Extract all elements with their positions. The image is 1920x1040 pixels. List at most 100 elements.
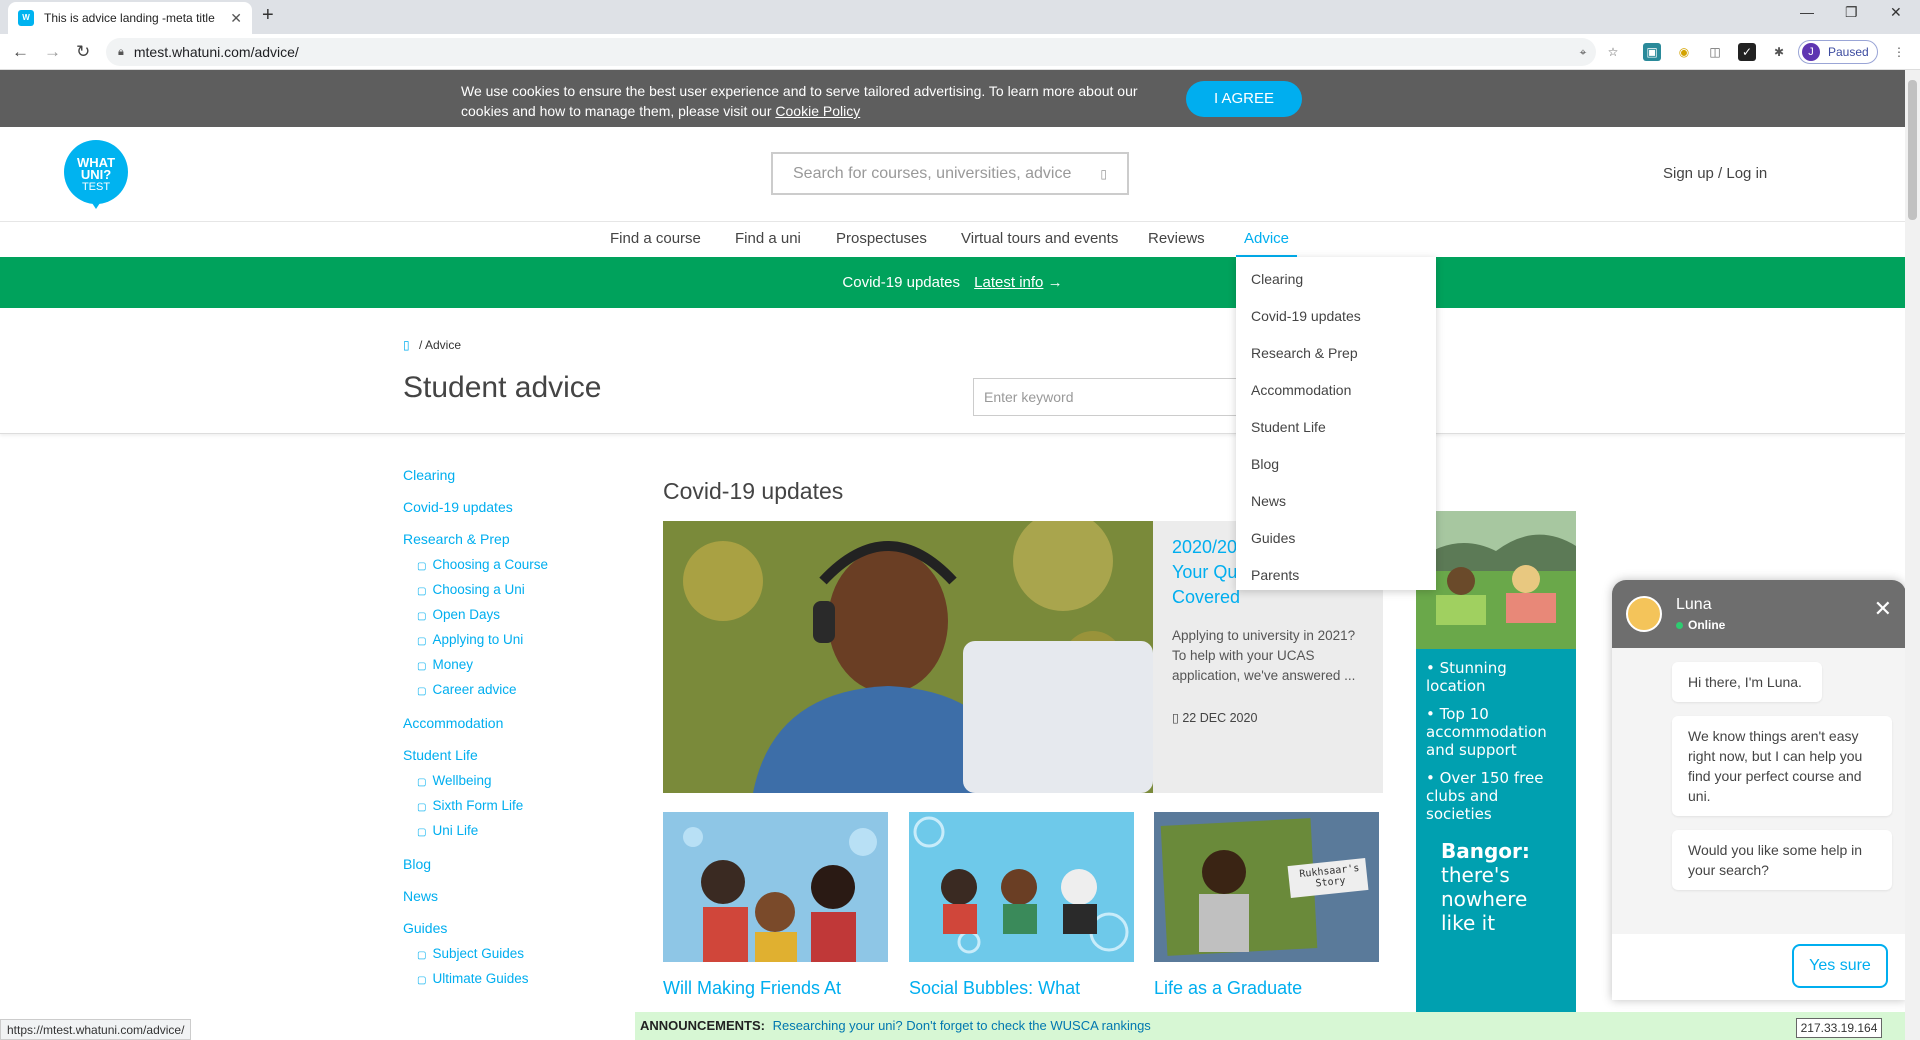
keyword-search-input[interactable]: Enter keyword bbox=[973, 378, 1273, 416]
search-placeholder: Search for courses, universities, advice bbox=[793, 164, 1072, 182]
signup-login-link[interactable]: Sign up / Log in bbox=[1663, 165, 1767, 182]
dropdown-item-news[interactable]: News bbox=[1236, 483, 1436, 520]
announcement-bar: ANNOUNCEMENTS: Researching your uni? Don… bbox=[635, 1012, 1905, 1040]
advice-hero: ▯ / Advice Student advice Enter keyword bbox=[0, 308, 1905, 434]
dropdown-item-research[interactable]: Research & Prep bbox=[1236, 335, 1436, 372]
dropdown-item-covid[interactable]: Covid-19 updates bbox=[1236, 298, 1436, 335]
side-nav-sub-item[interactable]: Choosing a Uni bbox=[403, 582, 623, 607]
bangor-advert[interactable]: • Stunning location • Top 10 accommodati… bbox=[1416, 511, 1576, 1040]
reload-icon[interactable]: ↻ bbox=[76, 42, 90, 62]
announcement-label: ANNOUNCEMENTS: bbox=[640, 1018, 765, 1033]
side-nav-blog[interactable]: Blog bbox=[403, 856, 623, 888]
chatbot-status: Online bbox=[1676, 618, 1725, 632]
breadcrumb: ▯ / Advice bbox=[403, 338, 461, 352]
logo-text-3: TEST bbox=[81, 181, 111, 193]
chat-message: We know things aren't easy right now, bu… bbox=[1672, 716, 1892, 816]
section-title: Covid-19 updates bbox=[663, 478, 844, 504]
menu-kebab-icon[interactable]: ⋮ bbox=[1890, 43, 1908, 61]
logo-text-2: UNI? bbox=[80, 167, 112, 182]
side-nav-sub-item[interactable]: Subject Guides bbox=[403, 946, 623, 971]
profile-button[interactable]: J Paused bbox=[1798, 40, 1878, 64]
article-thumb-bubbles[interactable] bbox=[909, 812, 1134, 962]
chat-footer: Yes sure bbox=[1612, 934, 1905, 1000]
dropdown-item-clearing[interactable]: Clearing bbox=[1236, 261, 1436, 298]
back-icon[interactable]: ← bbox=[12, 42, 29, 62]
nav-virtual-tours[interactable]: Virtual tours and events bbox=[961, 230, 1118, 247]
advice-dropdown-menu: Clearing Covid-19 updates Research & Pre… bbox=[1236, 257, 1436, 590]
featured-article-desc: Applying to university in 2021? To help … bbox=[1172, 628, 1356, 683]
scrollbar-thumb[interactable] bbox=[1908, 80, 1917, 220]
breadcrumb-current: Advice bbox=[424, 338, 461, 352]
side-nav-sub-item[interactable]: Applying to Uni bbox=[403, 632, 623, 657]
close-tab-icon[interactable]: ✕ bbox=[230, 10, 242, 27]
web-page: We use cookies to ensure the best user e… bbox=[0, 70, 1905, 1040]
arrow-right-icon: → bbox=[1047, 274, 1063, 291]
browser-tab-bar: W This is advice landing -meta title ✕ +… bbox=[0, 0, 1920, 34]
side-nav-sub-item[interactable]: Ultimate Guides bbox=[403, 971, 623, 996]
main-nav: Find a course Find a uni Prospectuses Vi… bbox=[0, 221, 1905, 257]
calendar-icon: ▯ bbox=[1172, 711, 1183, 725]
side-nav-student-life[interactable]: Student Life bbox=[403, 747, 623, 773]
dropdown-item-student-life[interactable]: Student Life bbox=[1236, 409, 1436, 446]
bookmark-star-icon[interactable]: ☆ bbox=[1604, 43, 1622, 61]
side-nav-sub-item[interactable]: Uni Life bbox=[403, 823, 623, 856]
dropdown-item-guides[interactable]: Guides bbox=[1236, 520, 1436, 557]
side-nav-guides[interactable]: Guides bbox=[403, 920, 623, 946]
side-nav-covid[interactable]: Covid-19 updates bbox=[403, 499, 623, 531]
new-tab-icon[interactable]: + bbox=[262, 4, 274, 27]
featured-article-image[interactable] bbox=[663, 521, 1153, 793]
extension-chrome-icon[interactable]: ◉ bbox=[1675, 43, 1693, 61]
side-nav-sub-item[interactable]: Sixth Form Life bbox=[403, 798, 623, 823]
home-icon[interactable]: ▯ bbox=[403, 338, 410, 352]
announcement-link[interactable]: Researching your uni? Don't forget to ch… bbox=[773, 1018, 1151, 1033]
graduate-photo bbox=[1154, 812, 1379, 962]
extension-glasses-icon[interactable]: ◫ bbox=[1706, 43, 1724, 61]
maximize-icon[interactable]: ❐ bbox=[1845, 4, 1858, 21]
page-title: Student advice bbox=[403, 371, 602, 404]
nav-find-uni[interactable]: Find a uni bbox=[735, 230, 801, 247]
chat-close-icon[interactable]: ✕ bbox=[1874, 596, 1892, 622]
side-nav-news[interactable]: News bbox=[403, 888, 623, 920]
side-nav-research[interactable]: Research & Prep bbox=[403, 531, 623, 557]
masked-friends-illustration bbox=[663, 812, 888, 962]
url-text: mtest.whatuni.com/advice/ bbox=[133, 44, 299, 60]
site-logo[interactable]: WHAT UNI? TEST bbox=[64, 140, 128, 209]
article-caption[interactable]: Life as a Graduate bbox=[1154, 978, 1302, 999]
side-nav-accommodation[interactable]: Accommodation bbox=[403, 715, 623, 747]
side-nav-sub-item[interactable]: Open Days bbox=[403, 607, 623, 632]
side-nav-sub-item[interactable]: Career advice bbox=[403, 682, 623, 715]
dropdown-item-blog[interactable]: Blog bbox=[1236, 446, 1436, 483]
extension-icon[interactable]: ▣ bbox=[1643, 43, 1661, 61]
yes-sure-button[interactable]: Yes sure bbox=[1792, 944, 1888, 988]
extensions-puzzle-icon[interactable]: ✱ bbox=[1770, 43, 1788, 61]
nav-prospectuses[interactable]: Prospectuses bbox=[836, 230, 927, 247]
url-field[interactable]: 🔒︎ mtest.whatuni.com/advice/ bbox=[106, 38, 1596, 66]
header-search-input[interactable]: Search for courses, universities, advice… bbox=[771, 152, 1129, 195]
minimize-icon[interactable]: — bbox=[1800, 4, 1814, 20]
dropdown-item-parents[interactable]: Parents bbox=[1236, 557, 1436, 594]
page-scrollbar[interactable] bbox=[1905, 70, 1920, 1040]
dropdown-item-accommodation[interactable]: Accommodation bbox=[1236, 372, 1436, 409]
chatbot-name: Luna bbox=[1676, 596, 1712, 613]
side-nav-clearing[interactable]: Clearing bbox=[403, 467, 623, 499]
window-close-icon[interactable]: ✕ bbox=[1890, 4, 1902, 21]
browser-tab[interactable]: W This is advice landing -meta title ✕ bbox=[8, 2, 252, 34]
side-nav-sub-item[interactable]: Choosing a Course bbox=[403, 557, 623, 582]
agree-button[interactable]: I AGREE bbox=[1186, 81, 1302, 117]
location-icon[interactable]: ⌖ bbox=[1574, 43, 1592, 61]
nav-find-course[interactable]: Find a course bbox=[610, 230, 701, 247]
side-nav-sub-item[interactable]: Money bbox=[403, 657, 623, 682]
cookie-policy-link[interactable]: Cookie Policy bbox=[775, 103, 860, 119]
nav-reviews[interactable]: Reviews bbox=[1148, 230, 1205, 247]
forward-icon[interactable]: → bbox=[44, 42, 61, 62]
extension-check-icon[interactable]: ✓ bbox=[1738, 43, 1756, 61]
article-caption[interactable]: Social Bubbles: What bbox=[909, 978, 1080, 999]
nav-advice[interactable]: Advice bbox=[1236, 230, 1297, 257]
latest-info-link[interactable]: Latest info bbox=[974, 274, 1043, 291]
article-caption[interactable]: Will Making Friends At bbox=[663, 978, 841, 999]
article-thumb-masks[interactable] bbox=[663, 812, 888, 962]
chat-header: Luna Online ✕ bbox=[1612, 580, 1905, 648]
article-thumb-graduate[interactable]: Rukhsaar's Story bbox=[1154, 812, 1379, 962]
side-nav-sub-item[interactable]: Wellbeing bbox=[403, 773, 623, 798]
search-icon[interactable]: ▯ bbox=[1100, 167, 1107, 181]
